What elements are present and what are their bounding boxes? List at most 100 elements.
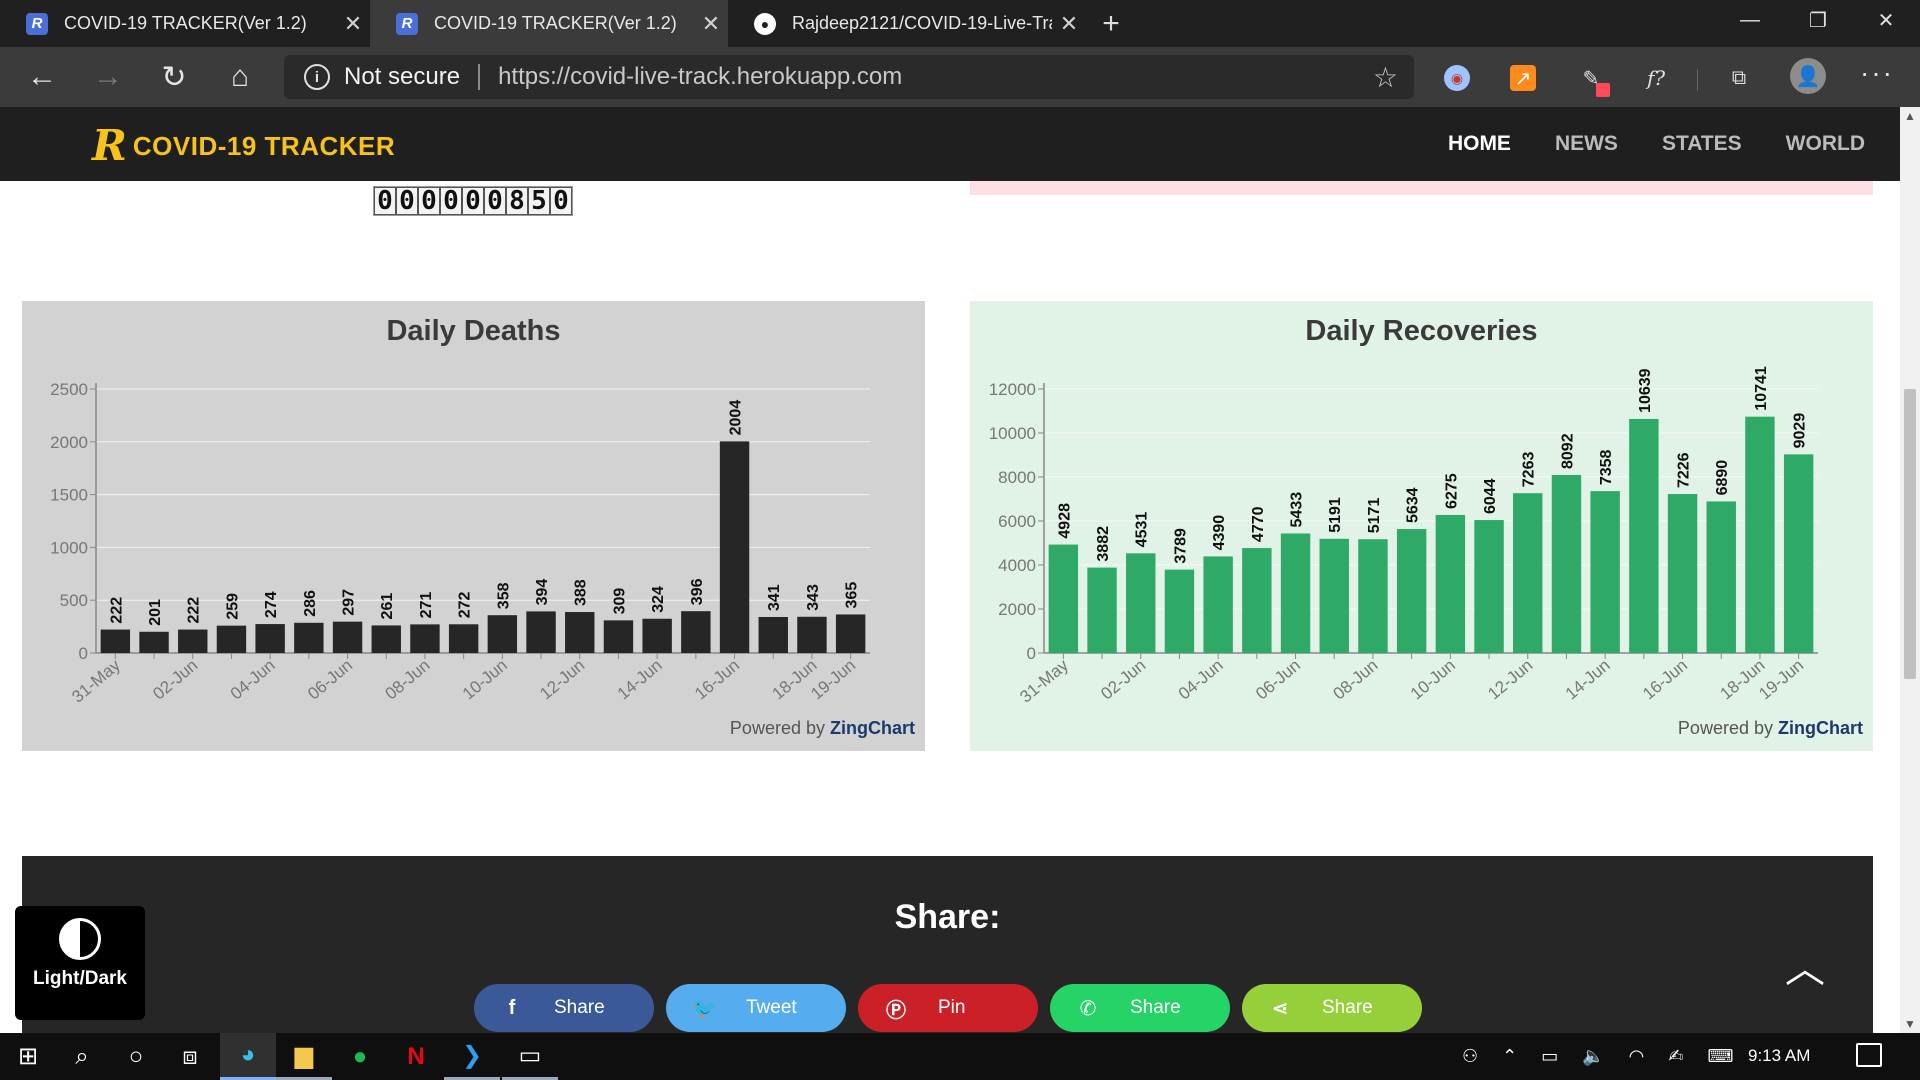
close-icon[interactable]: ✕ [336, 11, 370, 37]
data-label: 6044 [1482, 478, 1499, 514]
nav-news[interactable]: NEWS [1555, 132, 1618, 156]
data-label: 222 [108, 597, 125, 624]
bar [526, 611, 556, 653]
counter-digit: 0 [440, 186, 462, 216]
more-menu-icon[interactable]: ··· [1860, 57, 1894, 89]
data-label: 286 [302, 590, 319, 617]
terminal-icon[interactable]: ▭ [502, 1033, 558, 1080]
nav-world[interactable]: WORLD [1786, 132, 1865, 156]
edge-browser-icon[interactable]: ◕ [220, 1033, 276, 1080]
chevron-up-icon[interactable]: ⌃ [1502, 1046, 1517, 1067]
taskbar-clock[interactable]: 9:13 AM [1748, 1046, 1810, 1066]
zingchart-link[interactable]: ZingChart [1778, 718, 1863, 738]
data-label: 5433 [1289, 492, 1306, 528]
volume-icon[interactable]: 🔈 [1582, 1046, 1604, 1067]
data-label: 261 [379, 593, 396, 620]
extension-chart-icon[interactable]: ↗ [1510, 65, 1536, 91]
bar [1590, 491, 1620, 653]
scroll-down-arrow-icon[interactable]: ▼ [1900, 1017, 1920, 1031]
site-favicon-icon: R [396, 12, 418, 35]
whatsapp-share-button[interactable]: ✆ Share [1050, 984, 1230, 1032]
share-button-label: Share [1322, 997, 1373, 1018]
cortana-icon[interactable]: ○ [108, 1033, 164, 1080]
data-label: 388 [573, 579, 590, 606]
facebook-share-button[interactable]: f Share [474, 984, 654, 1032]
search-icon[interactable]: ⌕ [54, 1033, 110, 1080]
scroll-to-top-button[interactable]: ︿ [1760, 930, 1850, 1000]
powered-by[interactable]: Powered by ZingChart [1678, 718, 1863, 739]
x-tick-label: 02-Jun [1097, 656, 1149, 704]
theme-toggle-button[interactable]: Light/Dark [15, 906, 145, 1020]
y-tick-label: 500 [60, 591, 88, 610]
powered-by[interactable]: Powered by ZingChart [730, 718, 915, 739]
extension-glasses-icon[interactable]: ◉ [1444, 65, 1470, 91]
share-title: Share: [894, 898, 1001, 936]
forward-arrow-icon[interactable]: → [84, 53, 132, 101]
data-label: 4531 [1134, 512, 1151, 548]
data-label: 10639 [1637, 368, 1654, 413]
pen-icon[interactable]: ✍ [1668, 1046, 1683, 1067]
spotify-icon[interactable]: ● [332, 1033, 388, 1080]
profile-avatar-icon[interactable]: 👤 [1790, 58, 1826, 94]
keyboard-icon[interactable]: ⌨ [1707, 1046, 1733, 1067]
file-explorer-icon[interactable]: ▆ [276, 1033, 332, 1080]
people-icon[interactable]: ⚇ [1462, 1046, 1478, 1067]
windows-start-icon[interactable]: ⊞ [0, 1033, 56, 1080]
bar [1164, 569, 1195, 653]
close-icon[interactable]: ✕ [1052, 11, 1086, 37]
data-label: 6890 [1714, 460, 1731, 496]
bar [1667, 494, 1698, 653]
info-icon[interactable]: i [304, 64, 330, 90]
pinterest-share-button[interactable]: Ⓟ Pin [858, 984, 1038, 1032]
x-tick-label: 14-Jun [1562, 656, 1614, 704]
restore-icon[interactable]: ❐ [1784, 0, 1852, 40]
back-arrow-icon[interactable]: ← [18, 53, 66, 101]
close-icon[interactable]: ✕ [694, 11, 728, 37]
collections-icon[interactable]: ⧉ [1726, 65, 1752, 91]
x-tick-label: 08-Jun [381, 656, 433, 704]
url-text[interactable]: https://covid-live-track.herokuapp.com [498, 63, 902, 91]
browser-tab[interactable]: ● Rajdeep2121/COVID-19-Live-Tra ✕ [728, 0, 1086, 47]
extension-pen-icon[interactable]: ✎ [1578, 65, 1610, 97]
nav-home[interactable]: HOME [1448, 132, 1511, 156]
zingchart-link[interactable]: ZingChart [830, 718, 915, 738]
favorite-star-icon[interactable]: ☆ [1373, 61, 1398, 94]
home-icon[interactable]: ⌂ [216, 53, 264, 101]
y-tick-label: 1500 [50, 486, 88, 505]
y-tick-label: 6000 [998, 512, 1036, 531]
data-label: 341 [766, 584, 783, 611]
page-scrollbar[interactable]: ▲ ▼ [1900, 107, 1920, 1033]
browser-tab[interactable]: R COVID-19 TRACKER(Ver 1.2) ✕ [0, 0, 370, 47]
counter-digit: 0 [484, 186, 506, 216]
netflix-icon[interactable]: N [388, 1033, 444, 1080]
counter-digit: 0 [374, 186, 396, 216]
close-window-icon[interactable]: ✕ [1852, 0, 1920, 40]
brand[interactable]: R COVID-19 TRACKER [92, 125, 395, 167]
address-bar[interactable]: i Not secure https://covid-live-track.he… [284, 55, 1414, 99]
nav-states[interactable]: STATES [1662, 132, 1742, 156]
data-label: 4390 [1211, 515, 1228, 551]
battery-icon[interactable]: ▭ [1541, 1046, 1558, 1067]
new-tab-button[interactable]: + [1094, 0, 1128, 47]
scrollbar-thumb[interactable] [1904, 389, 1916, 679]
task-view-icon[interactable]: ⧈ [162, 1033, 218, 1080]
twitter-share-button[interactable]: 🐦 Tweet [666, 984, 846, 1032]
wifi-icon[interactable]: ◠ [1629, 1046, 1645, 1067]
sharethis-share-button[interactable]: ⋖ Share [1242, 984, 1422, 1032]
refresh-icon[interactable]: ↻ [150, 53, 198, 101]
bar [1048, 544, 1079, 653]
contrast-icon [59, 918, 101, 960]
brand-name: COVID-19 TRACKER [132, 130, 396, 161]
bar [1358, 539, 1388, 653]
notification-center-icon[interactable] [1856, 1043, 1882, 1067]
bar [487, 615, 518, 653]
address-bar-row: ← → ↻ ⌂ i Not secure https://covid-live-… [0, 47, 1920, 107]
extension-fonts-icon[interactable]: f? [1643, 65, 1669, 91]
vscode-icon[interactable]: ❯ [444, 1033, 500, 1080]
browser-tab-active[interactable]: R COVID-19 TRACKER(Ver 1.2) ✕ [370, 0, 728, 47]
minimize-icon[interactable]: — [1716, 0, 1784, 40]
scroll-up-arrow-icon[interactable]: ▲ [1900, 109, 1920, 123]
bar [139, 631, 169, 653]
bar [448, 624, 479, 653]
divider [478, 64, 481, 90]
